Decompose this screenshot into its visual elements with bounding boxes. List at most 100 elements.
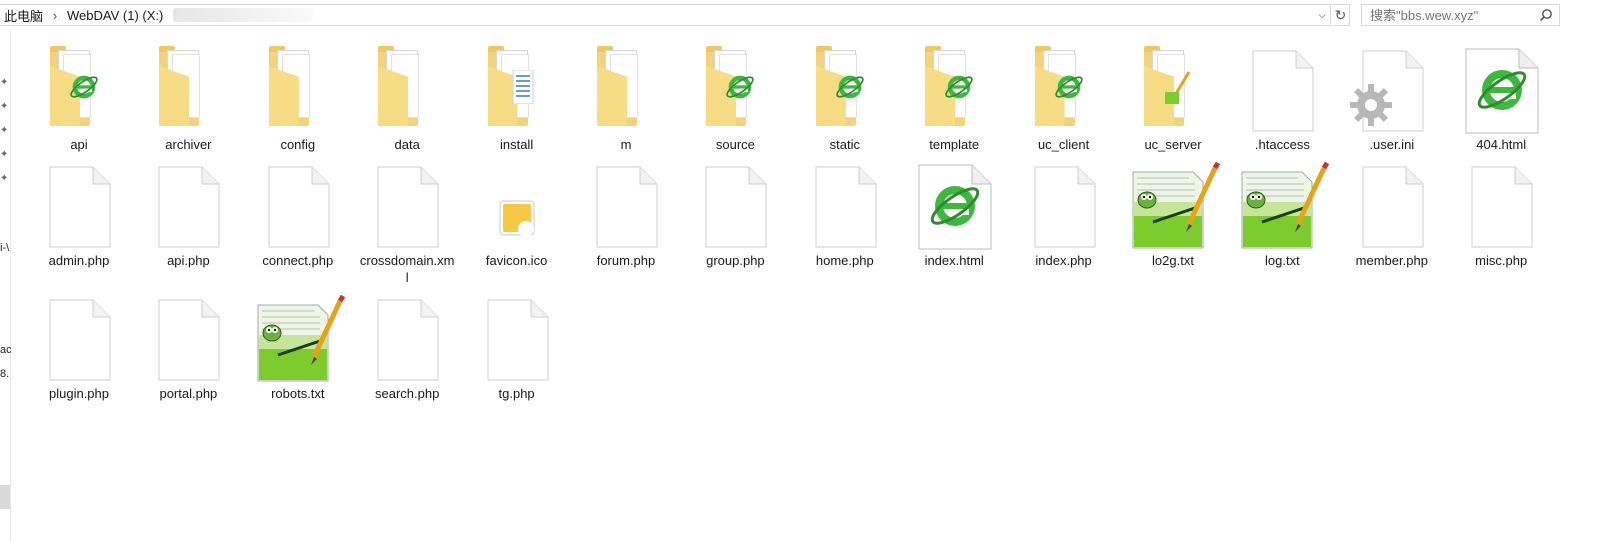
pin-icon: ✦ bbox=[0, 173, 9, 184]
blank-file-icon bbox=[27, 293, 131, 385]
file-name: static bbox=[829, 137, 860, 152]
pin-icon: ✦ bbox=[0, 125, 9, 136]
nav-item-fragment[interactable]: i-\ bbox=[0, 242, 11, 254]
settings-file-icon bbox=[1340, 44, 1444, 136]
file-name: archiver bbox=[165, 137, 212, 152]
file-item[interactable]: api bbox=[27, 44, 131, 153]
nav-item-fragment[interactable]: 8. bbox=[0, 368, 11, 380]
file-name: config bbox=[280, 137, 316, 152]
file-item[interactable]: misc.php bbox=[1449, 160, 1553, 269]
file-name: group.php bbox=[706, 253, 765, 268]
file-item[interactable]: log.txt bbox=[1230, 160, 1334, 269]
blank-file-icon bbox=[465, 293, 569, 385]
breadcrumb-this-pc[interactable]: 此电脑 bbox=[0, 6, 47, 25]
file-item[interactable]: archiver bbox=[136, 44, 240, 153]
html-file-icon bbox=[902, 160, 1006, 252]
file-name: forum.php bbox=[596, 253, 656, 268]
folder-ie-icon bbox=[1012, 44, 1116, 136]
file-name: data bbox=[394, 137, 420, 152]
blank-file-icon bbox=[27, 160, 131, 252]
file-item[interactable]: index.html bbox=[902, 160, 1006, 269]
folder-ie-icon bbox=[902, 44, 1006, 136]
file-item[interactable]: uc_client bbox=[1012, 44, 1116, 153]
file-item[interactable]: m bbox=[574, 44, 678, 153]
file-name: log.txt bbox=[1265, 253, 1300, 268]
file-item[interactable]: connect.php bbox=[246, 160, 350, 269]
file-item[interactable]: admin.php bbox=[27, 160, 131, 269]
blank-file-icon bbox=[1230, 44, 1334, 136]
file-item[interactable]: config bbox=[246, 44, 350, 153]
html-file-icon bbox=[1449, 44, 1553, 136]
folder-ie-icon bbox=[793, 44, 897, 136]
file-name: source bbox=[715, 137, 755, 152]
blank-file-icon bbox=[246, 160, 350, 252]
file-item[interactable]: crossdomain.xml bbox=[355, 160, 459, 286]
folder-icon bbox=[355, 44, 459, 136]
file-name: misc.php bbox=[1475, 253, 1528, 268]
file-item[interactable]: tg.php bbox=[465, 293, 569, 402]
pin-icon: ✦ bbox=[0, 101, 9, 112]
file-name: install bbox=[499, 137, 534, 152]
file-item[interactable]: lo2g.txt bbox=[1121, 160, 1225, 269]
file-name: connect.php bbox=[262, 253, 334, 268]
folder-ie-icon bbox=[683, 44, 787, 136]
file-item[interactable]: robots.txt bbox=[246, 293, 350, 402]
file-name: portal.php bbox=[159, 386, 218, 401]
file-name: home.php bbox=[815, 253, 874, 268]
file-name: .htaccess bbox=[1254, 137, 1310, 152]
file-name: uc_client bbox=[1037, 137, 1090, 152]
navigation-bar: 此电脑 › WebDAV (1) (X:) ⌵ ↻ bbox=[0, 0, 1606, 30]
file-item[interactable]: forum.php bbox=[574, 160, 678, 269]
nav-item-fragment[interactable]: ac bbox=[0, 344, 11, 356]
file-name: index.php bbox=[1035, 253, 1092, 268]
address-history-chevron-down-icon[interactable]: ⌵ bbox=[1314, 5, 1330, 25]
breadcrumb-chevron-icon[interactable]: › bbox=[47, 8, 63, 23]
refresh-button[interactable]: ↻ bbox=[1332, 4, 1350, 26]
blank-file-icon bbox=[1340, 160, 1444, 252]
redacted-path bbox=[173, 8, 314, 22]
file-name: member.php bbox=[1355, 253, 1428, 268]
file-name: api bbox=[70, 137, 88, 152]
folder-icon bbox=[574, 44, 678, 136]
folder-notepad-icon bbox=[1121, 44, 1225, 136]
file-item[interactable]: plugin.php bbox=[27, 293, 131, 402]
file-name: m bbox=[620, 137, 632, 152]
file-item[interactable]: uc_server bbox=[1121, 44, 1225, 153]
file-item[interactable]: portal.php bbox=[136, 293, 240, 402]
file-item[interactable]: member.php bbox=[1340, 160, 1444, 269]
file-item[interactable]: group.php bbox=[683, 160, 787, 269]
file-item[interactable]: .user.ini bbox=[1340, 44, 1444, 153]
image-file-icon bbox=[465, 160, 569, 252]
blank-file-icon bbox=[355, 160, 459, 252]
file-name: admin.php bbox=[48, 253, 110, 268]
nav-selected-item[interactable] bbox=[0, 485, 10, 509]
file-name: uc_server bbox=[1144, 137, 1202, 152]
file-item[interactable]: home.php bbox=[793, 160, 897, 269]
file-item[interactable]: index.php bbox=[1012, 160, 1116, 269]
blank-file-icon bbox=[683, 160, 787, 252]
file-name: search.php bbox=[375, 386, 440, 401]
file-item[interactable]: source bbox=[683, 44, 787, 153]
blank-file-icon bbox=[574, 160, 678, 252]
file-item[interactable]: search.php bbox=[355, 293, 459, 402]
search-input[interactable] bbox=[1370, 7, 1530, 23]
file-name: .user.ini bbox=[1369, 137, 1415, 152]
file-item[interactable]: static bbox=[793, 44, 897, 153]
file-item[interactable]: install bbox=[465, 44, 569, 153]
address-bar[interactable]: 此电脑 › WebDAV (1) (X:) ⌵ bbox=[0, 4, 1331, 26]
pin-icon: ✦ bbox=[0, 149, 9, 160]
file-item[interactable]: favicon.ico bbox=[465, 160, 569, 269]
search-box[interactable] bbox=[1361, 4, 1560, 26]
file-item[interactable]: .htaccess bbox=[1230, 44, 1334, 153]
file-item[interactable]: data bbox=[355, 44, 459, 153]
file-item[interactable]: 404.html bbox=[1449, 44, 1553, 153]
breadcrumb-webdav-drive[interactable]: WebDAV (1) (X:) bbox=[63, 8, 167, 23]
blank-file-icon bbox=[136, 160, 240, 252]
navigation-pane[interactable]: ✦ ✦ ✦ ✦ ✦ i-\ ac 8. bbox=[0, 30, 11, 542]
file-item[interactable]: template bbox=[902, 44, 1006, 153]
search-icon[interactable] bbox=[1539, 8, 1553, 22]
file-name: robots.txt bbox=[271, 386, 325, 401]
folder-doc-icon bbox=[465, 44, 569, 136]
file-item[interactable]: api.php bbox=[136, 160, 240, 269]
pin-icon: ✦ bbox=[0, 77, 9, 88]
